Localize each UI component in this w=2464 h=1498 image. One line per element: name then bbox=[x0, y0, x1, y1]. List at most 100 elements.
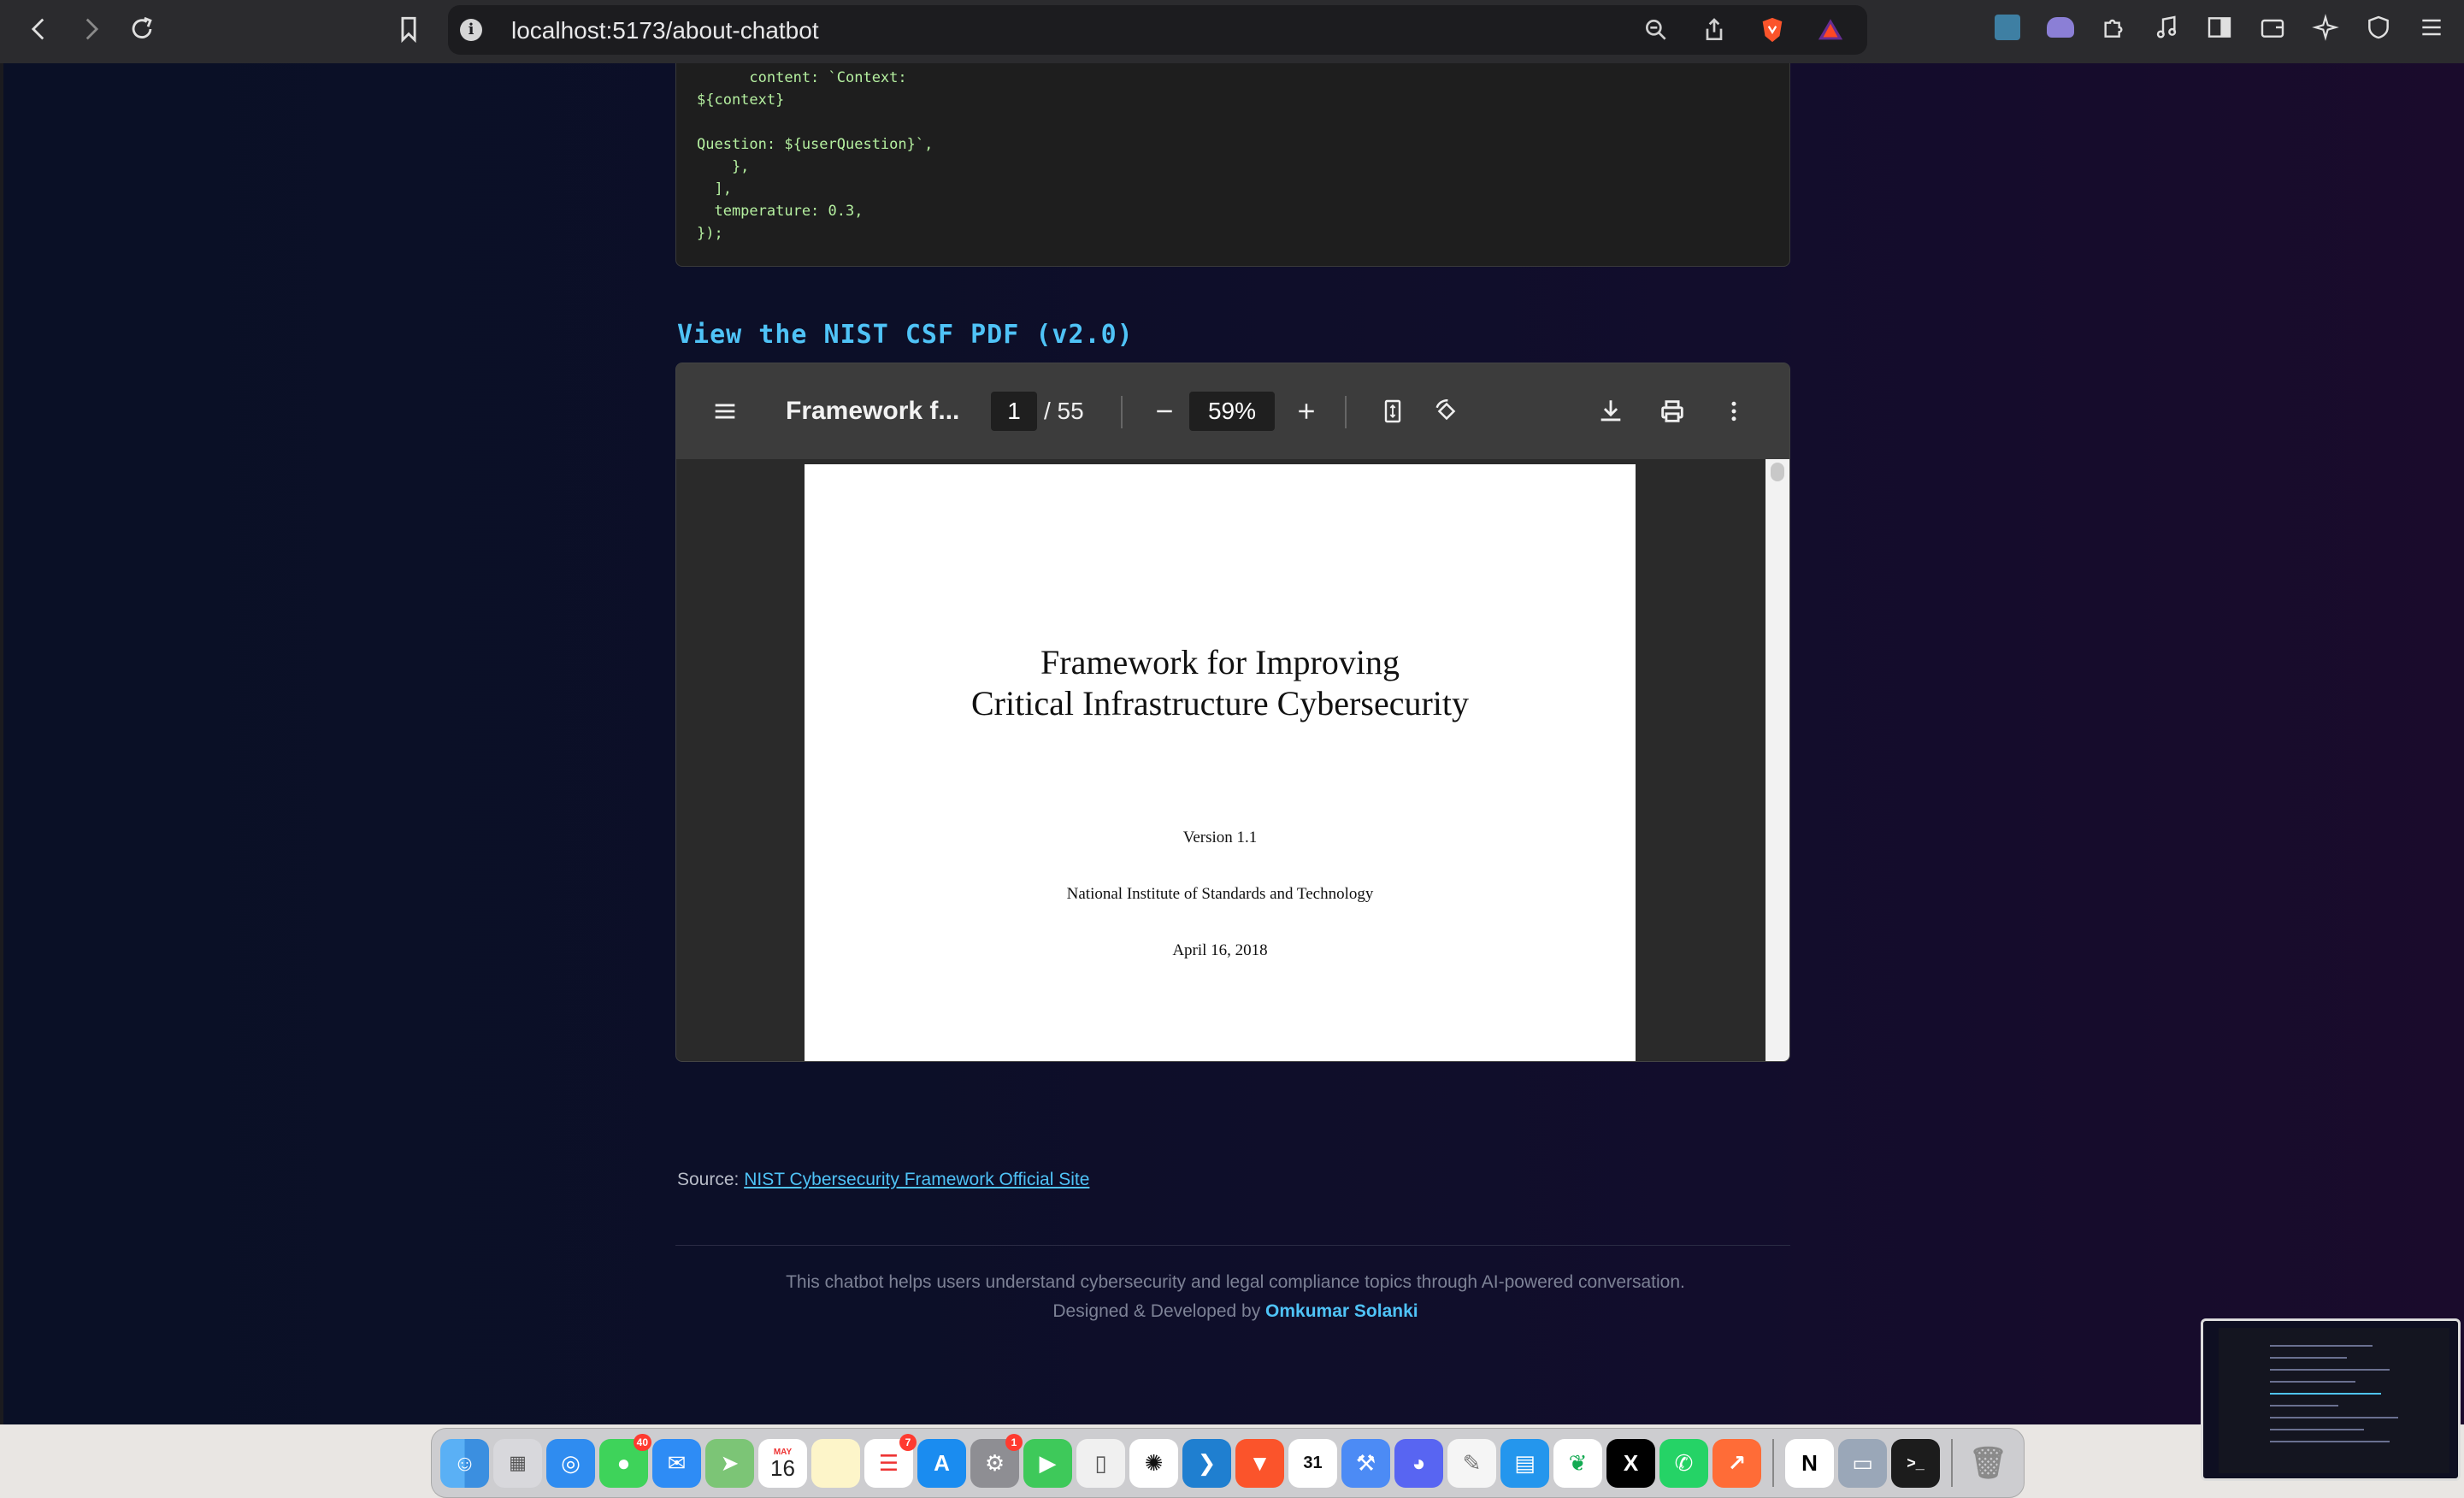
trash-icon[interactable]: 🗑 bbox=[1964, 1439, 2013, 1488]
source-link[interactable]: NIST Cybersecurity Framework Official Si… bbox=[744, 1170, 1089, 1189]
code-block: content: `Context: ${context} Question: … bbox=[675, 63, 1790, 267]
mongodb-icon[interactable]: ❦ bbox=[1553, 1438, 1602, 1488]
notion-icon[interactable]: N bbox=[1785, 1438, 1834, 1488]
messages-icon[interactable]: ● 40 bbox=[599, 1433, 651, 1488]
bookmark-button[interactable] bbox=[390, 10, 427, 48]
brave-rewards-icon[interactable] bbox=[1814, 14, 1847, 46]
zoom-out-button[interactable] bbox=[1152, 389, 1177, 433]
terminal-icon[interactable]: >_ bbox=[1891, 1438, 1940, 1488]
share-icon[interactable] bbox=[1698, 14, 1730, 46]
pdf-viewer-body: Framework for Improving Critical Infrast… bbox=[676, 459, 1789, 1061]
wallet-icon[interactable] bbox=[2257, 12, 2288, 43]
fit-page-icon bbox=[1384, 399, 1401, 423]
brave-icon[interactable]: ▼ bbox=[1235, 1438, 1284, 1488]
bookmark-icon bbox=[401, 16, 416, 44]
code-line: }, bbox=[697, 158, 750, 175]
sidebar-icon[interactable] bbox=[2204, 12, 2235, 43]
pdf-scrollbar[interactable] bbox=[1765, 459, 1789, 1061]
document-title-line2: Critical Infrastructure Cybersecurity bbox=[971, 684, 1469, 722]
minus-icon bbox=[1157, 410, 1172, 413]
back-button[interactable] bbox=[21, 10, 58, 48]
messages-badge: 40 bbox=[633, 1433, 651, 1451]
zoom-icon[interactable] bbox=[1640, 14, 1672, 46]
app-store-icon[interactable]: A bbox=[917, 1438, 966, 1488]
pdf-scrollbar-thumb[interactable] bbox=[1771, 463, 1784, 481]
current-page[interactable]: 1 bbox=[991, 392, 1037, 431]
rotate-button[interactable] bbox=[1432, 389, 1461, 433]
vpn-icon[interactable] bbox=[2363, 12, 2394, 43]
page-number-input[interactable]: 1 bbox=[991, 389, 1037, 433]
zoom-in-button[interactable] bbox=[1294, 389, 1319, 433]
chatgpt-icon[interactable]: ✺ bbox=[1129, 1438, 1178, 1488]
code-line: ], bbox=[697, 180, 732, 198]
puzzle-icon[interactable] bbox=[2098, 12, 2129, 43]
preview-icon[interactable]: ▯ bbox=[1076, 1438, 1125, 1488]
reminders-icon[interactable]: ☰ 7 bbox=[864, 1433, 917, 1488]
more-vertical-icon bbox=[1731, 401, 1736, 422]
footer-author[interactable]: Omkumar Solanki bbox=[1265, 1301, 1418, 1321]
postman-icon[interactable]: ↗ bbox=[1712, 1438, 1761, 1488]
preview-thumbnail-icon[interactable]: ▭ bbox=[1838, 1438, 1887, 1488]
pdf-section-heading: View the NIST CSF PDF (v2.0) bbox=[677, 320, 1134, 350]
discord-icon[interactable]: ◕ bbox=[1394, 1438, 1443, 1488]
download-button[interactable] bbox=[1596, 389, 1625, 433]
fit-page-button[interactable] bbox=[1379, 389, 1406, 433]
calendar-day: 16 bbox=[770, 1454, 795, 1481]
document-title-line1: Framework for Improving bbox=[1040, 643, 1400, 681]
pdf-title: Framework f... bbox=[786, 397, 960, 425]
zoom-level-input[interactable]: 59% bbox=[1189, 389, 1275, 433]
forward-button[interactable] bbox=[72, 10, 109, 48]
source-label: Source: bbox=[677, 1170, 740, 1189]
document-date: April 16, 2018 bbox=[1172, 941, 1268, 959]
address-bar[interactable]: i localhost:5173/about-chatbot bbox=[448, 5, 1867, 55]
maps-icon[interactable]: ➤ bbox=[705, 1438, 754, 1488]
dock-separator bbox=[1772, 1439, 1774, 1487]
pdf-menu-button[interactable] bbox=[710, 389, 740, 433]
footer-description: This chatbot helps users understand cybe… bbox=[786, 1272, 1685, 1292]
code-line: Question: ${userQuestion}`, bbox=[697, 136, 934, 153]
docker-icon[interactable]: ▤ bbox=[1500, 1438, 1549, 1488]
brave-shields-icon[interactable] bbox=[1756, 14, 1789, 46]
pdf-viewer: Framework f... 1 / 55 59% Framework for … bbox=[675, 363, 1790, 1062]
reminders-badge: 7 bbox=[899, 1433, 917, 1451]
download-icon bbox=[1600, 400, 1621, 422]
thumbnail-preview bbox=[2219, 1328, 2449, 1473]
extension-icon[interactable] bbox=[1992, 12, 2023, 43]
google-calendar-icon[interactable]: 31 bbox=[1288, 1438, 1337, 1488]
chevron-left-icon bbox=[31, 18, 44, 40]
reload-icon bbox=[132, 16, 152, 38]
settings-badge: 1 bbox=[1005, 1433, 1023, 1451]
notes-icon[interactable] bbox=[811, 1438, 860, 1488]
source-line: Source: NIST Cybersecurity Framework Off… bbox=[677, 1170, 1089, 1190]
textedit-icon[interactable]: ✎ bbox=[1447, 1438, 1496, 1488]
dock: ☺ ▦ ◎ ● 40 ✉ ➤ MAY 16 ☰ 7 A ⚙ 1 ▶ ▯ ✺ ❯ ▼ 3… bbox=[431, 1428, 2025, 1498]
chevron-right-icon bbox=[85, 18, 99, 40]
leo-ai-icon[interactable] bbox=[2310, 12, 2341, 43]
vscode-icon[interactable]: ❯ bbox=[1182, 1438, 1231, 1488]
site-info-icon[interactable]: i bbox=[460, 19, 482, 41]
system-settings-icon[interactable]: ⚙ 1 bbox=[970, 1433, 1023, 1488]
facetime-icon[interactable]: ▶ bbox=[1023, 1438, 1072, 1488]
whatsapp-icon[interactable]: ✆ bbox=[1659, 1438, 1708, 1488]
xcode-icon[interactable]: ⚒ bbox=[1341, 1438, 1390, 1488]
calendar-icon[interactable]: MAY 16 bbox=[758, 1438, 807, 1488]
ghost-extension-icon[interactable] bbox=[2045, 12, 2076, 43]
finder-icon[interactable]: ☺ bbox=[440, 1438, 489, 1488]
screenshot-thumbnail[interactable] bbox=[2201, 1318, 2461, 1481]
page-content: content: `Context: ${context} Question: … bbox=[0, 63, 2464, 1424]
code-line: content: `Context: bbox=[697, 69, 907, 86]
print-button[interactable] bbox=[1658, 389, 1687, 433]
safari-icon[interactable]: ◎ bbox=[546, 1438, 595, 1488]
mail-icon[interactable]: ✉ bbox=[652, 1438, 701, 1488]
url-text[interactable]: localhost:5173/about-chatbot bbox=[511, 17, 819, 44]
document-organization: National Institute of Standards and Tech… bbox=[1066, 885, 1374, 903]
footer-divider bbox=[675, 1245, 1790, 1246]
x-icon[interactable]: X bbox=[1606, 1438, 1655, 1488]
zoom-level[interactable]: 59% bbox=[1189, 392, 1275, 431]
launchpad-icon[interactable]: ▦ bbox=[493, 1438, 542, 1488]
menu-icon[interactable] bbox=[2416, 12, 2447, 43]
reload-button[interactable] bbox=[123, 10, 161, 48]
more-options-button[interactable] bbox=[1721, 389, 1747, 433]
toolbar-divider bbox=[1345, 396, 1347, 428]
music-icon[interactable] bbox=[2151, 12, 2182, 43]
